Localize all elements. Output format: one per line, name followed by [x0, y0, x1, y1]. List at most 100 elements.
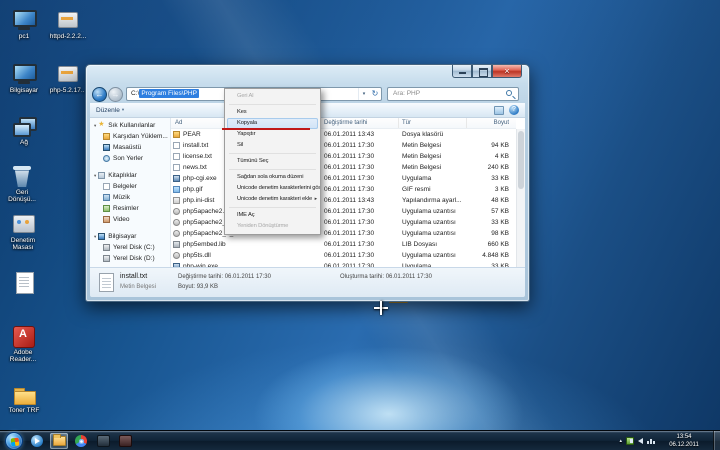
taskbar: ▴ 13:54 06.12.2011 [0, 430, 720, 450]
desktop-icon-computer[interactable]: Bilgisayar [2, 62, 46, 94]
file-row[interactable]: php.gif06.01.2011 17:30GIF resmi3 KB [171, 184, 516, 195]
menu-item-reconversion: Yeniden Dönüştürme [225, 221, 320, 232]
change-view-button[interactable] [494, 106, 504, 115]
show-hidden-icons-chevron[interactable]: ▴ [619, 438, 622, 444]
menu-item-cut[interactable]: Kes [225, 107, 320, 118]
selected-file-name: install.txt [120, 273, 147, 280]
desktop-icon-adobe-reader[interactable]: Adobe Reader... [2, 324, 44, 363]
taskbar-app-4[interactable] [94, 433, 112, 449]
file-row[interactable]: php5apache2.dll06.01.2011 17:30Uygulama … [171, 206, 516, 217]
sidebar-item-recent-places[interactable]: Son Yerler [90, 153, 170, 164]
desktop-icon-pc1[interactable]: pc1 [2, 8, 46, 40]
file-row[interactable]: php.ini-dist06.01.2011 13:43Yapılandırma… [171, 195, 516, 206]
computer-icon [10, 62, 38, 86]
selected-file-icon [99, 273, 114, 292]
desktop-icon-recycle-bin[interactable]: Geri Dönüşü... [2, 164, 42, 203]
close-icon: × [504, 66, 509, 76]
menu-item-paste[interactable]: Yapıştır [225, 129, 320, 140]
menu-item-select-all[interactable]: Tümünü Seç [225, 156, 320, 167]
expander-icon[interactable] [94, 172, 96, 179]
sidebar-item-local-disk-c[interactable]: Yerel Disk (C:) [90, 242, 170, 253]
taskbar-app-media-player[interactable] [28, 433, 46, 449]
crosshair-cursor [374, 301, 388, 315]
sidebar-item-downloads[interactable]: Karşıdan Yüklem... [90, 131, 170, 142]
taskbar-app-chrome[interactable] [72, 433, 90, 449]
drive-icon [103, 255, 110, 262]
installer-icon [54, 62, 82, 86]
scrollbar-thumb[interactable] [518, 131, 524, 189]
expander-icon[interactable] [94, 233, 96, 240]
address-selected-text: Program Files\PHP [139, 89, 199, 98]
sidebar-item-documents[interactable]: Belgeler [90, 181, 170, 192]
sidebar-item-desktop[interactable]: Masaüstü [90, 142, 170, 153]
file-row[interactable]: php5embed.lib06.01.2011 17:30LIB Dosyası… [171, 239, 516, 250]
vertical-scrollbar[interactable] [516, 129, 525, 267]
file-size: Boyut: 93,9 KB [178, 284, 218, 290]
column-header-size[interactable]: Boyut [467, 118, 513, 128]
column-header-date[interactable]: Değiştirme tarihi [321, 118, 399, 128]
forward-arrow-icon: → [112, 90, 120, 99]
drive-icon [103, 244, 110, 251]
minimize-button[interactable] [452, 65, 472, 78]
file-row[interactable]: php5apache2_2_filter.dll06.01.2011 17:30… [171, 228, 516, 239]
menu-item-delete[interactable]: Sil [225, 140, 320, 151]
file-row[interactable]: php5ts.dll06.01.2011 17:30Uygulama uzant… [171, 250, 516, 261]
sidebar-item-video[interactable]: Video [90, 214, 170, 225]
sidebar-item-computer[interactable]: Bilgisayar [90, 231, 170, 242]
maximize-button[interactable] [472, 65, 492, 78]
file-row[interactable]: news.txt06.01.2011 17:30Metin Belgesi240… [171, 162, 516, 173]
back-button[interactable]: ← [92, 87, 107, 102]
search-input[interactable]: Ara: PHP [387, 87, 519, 101]
sidebar-item-libraries[interactable]: Kitaplıklar [90, 170, 170, 181]
desktop-icon-network[interactable]: Ağ [2, 114, 46, 146]
organize-label: Düzenle [96, 107, 120, 114]
file-row[interactable]: php-cgi.exe06.01.2011 17:30Uygulama33 KB [171, 173, 516, 184]
file-row[interactable]: license.txt06.01.2011 17:30Metin Belgesi… [171, 151, 516, 162]
clock-date: 06.12.2011 [659, 441, 709, 449]
desktop-icon-php[interactable]: php-5.2.17... [46, 62, 90, 94]
media-player-icon [31, 435, 43, 447]
taskbar-app-5[interactable] [116, 433, 134, 449]
installer-icon [54, 8, 82, 32]
details-pane: install.txt Metin Belgesi Değiştirme tar… [90, 267, 525, 297]
network-icon[interactable] [647, 437, 656, 445]
refresh-icon[interactable]: ↻ [369, 88, 381, 100]
menu-item-insert-unicode-control[interactable]: Unicode denetim karakteri ekle▸ [225, 194, 320, 205]
close-button[interactable]: × [492, 65, 522, 78]
address-dropdown-icon[interactable]: ▾ [358, 88, 369, 100]
menu-item-open-ime[interactable]: IME Aç [225, 210, 320, 221]
sidebar-label: Sık Kullanılanlar [108, 122, 155, 129]
organize-button[interactable]: Düzenle ▾ [96, 107, 124, 114]
dll-file-icon [173, 252, 180, 259]
volume-icon[interactable] [638, 438, 643, 444]
file-row[interactable]: install.txt06.01.2011 17:30Metin Belgesi… [171, 140, 516, 151]
app-icon [97, 435, 110, 447]
taskbar-clock[interactable]: 13:54 06.12.2011 [659, 433, 709, 449]
desktop-icon-document[interactable] [2, 270, 46, 295]
libraries-icon [98, 172, 105, 179]
navigation-pane: Sık Kullanılanlar Karşıdan Yüklem... Mas… [90, 118, 171, 267]
file-row[interactable]: PEAR06.01.2011 13:43Dosya klasörü [171, 129, 516, 140]
desktop-icon-control-panel[interactable]: Denetim Masası [2, 212, 44, 251]
sidebar-label: Son Yerler [113, 155, 143, 162]
sidebar-item-pictures[interactable]: Resimler [90, 203, 170, 214]
folder-icon [173, 131, 180, 138]
sidebar-label: Yerel Disk (C:) [113, 244, 155, 251]
recycle-bin-icon [8, 164, 36, 188]
expander-icon[interactable] [94, 122, 96, 129]
menu-item-show-unicode-controls[interactable]: Unicode denetim karakterlerini göster [225, 183, 320, 194]
desktop-icon [103, 144, 110, 151]
start-button[interactable] [5, 432, 23, 450]
menu-item-rtl-reading-order[interactable]: Sağdan sola okuma düzeni [225, 172, 320, 183]
show-desktop-button[interactable] [713, 431, 720, 450]
file-row[interactable]: php5apache2_2.dll06.01.2011 17:30Uygulam… [171, 217, 516, 228]
desktop-icon-toner[interactable]: Toner TRF [2, 382, 46, 414]
sidebar-item-local-disk-d[interactable]: Yerel Disk (D:) [90, 253, 170, 264]
column-header-type[interactable]: Tür [399, 118, 467, 128]
sidebar-item-music[interactable]: Müzik [90, 192, 170, 203]
forward-button[interactable]: → [108, 87, 123, 102]
taskbar-app-explorer[interactable] [50, 433, 68, 449]
desktop-icon-httpd[interactable]: httpd-2.2.2... [46, 8, 90, 40]
sidebar-item-favorites[interactable]: Sık Kullanılanlar [90, 120, 170, 131]
help-button[interactable]: ? [509, 105, 519, 115]
